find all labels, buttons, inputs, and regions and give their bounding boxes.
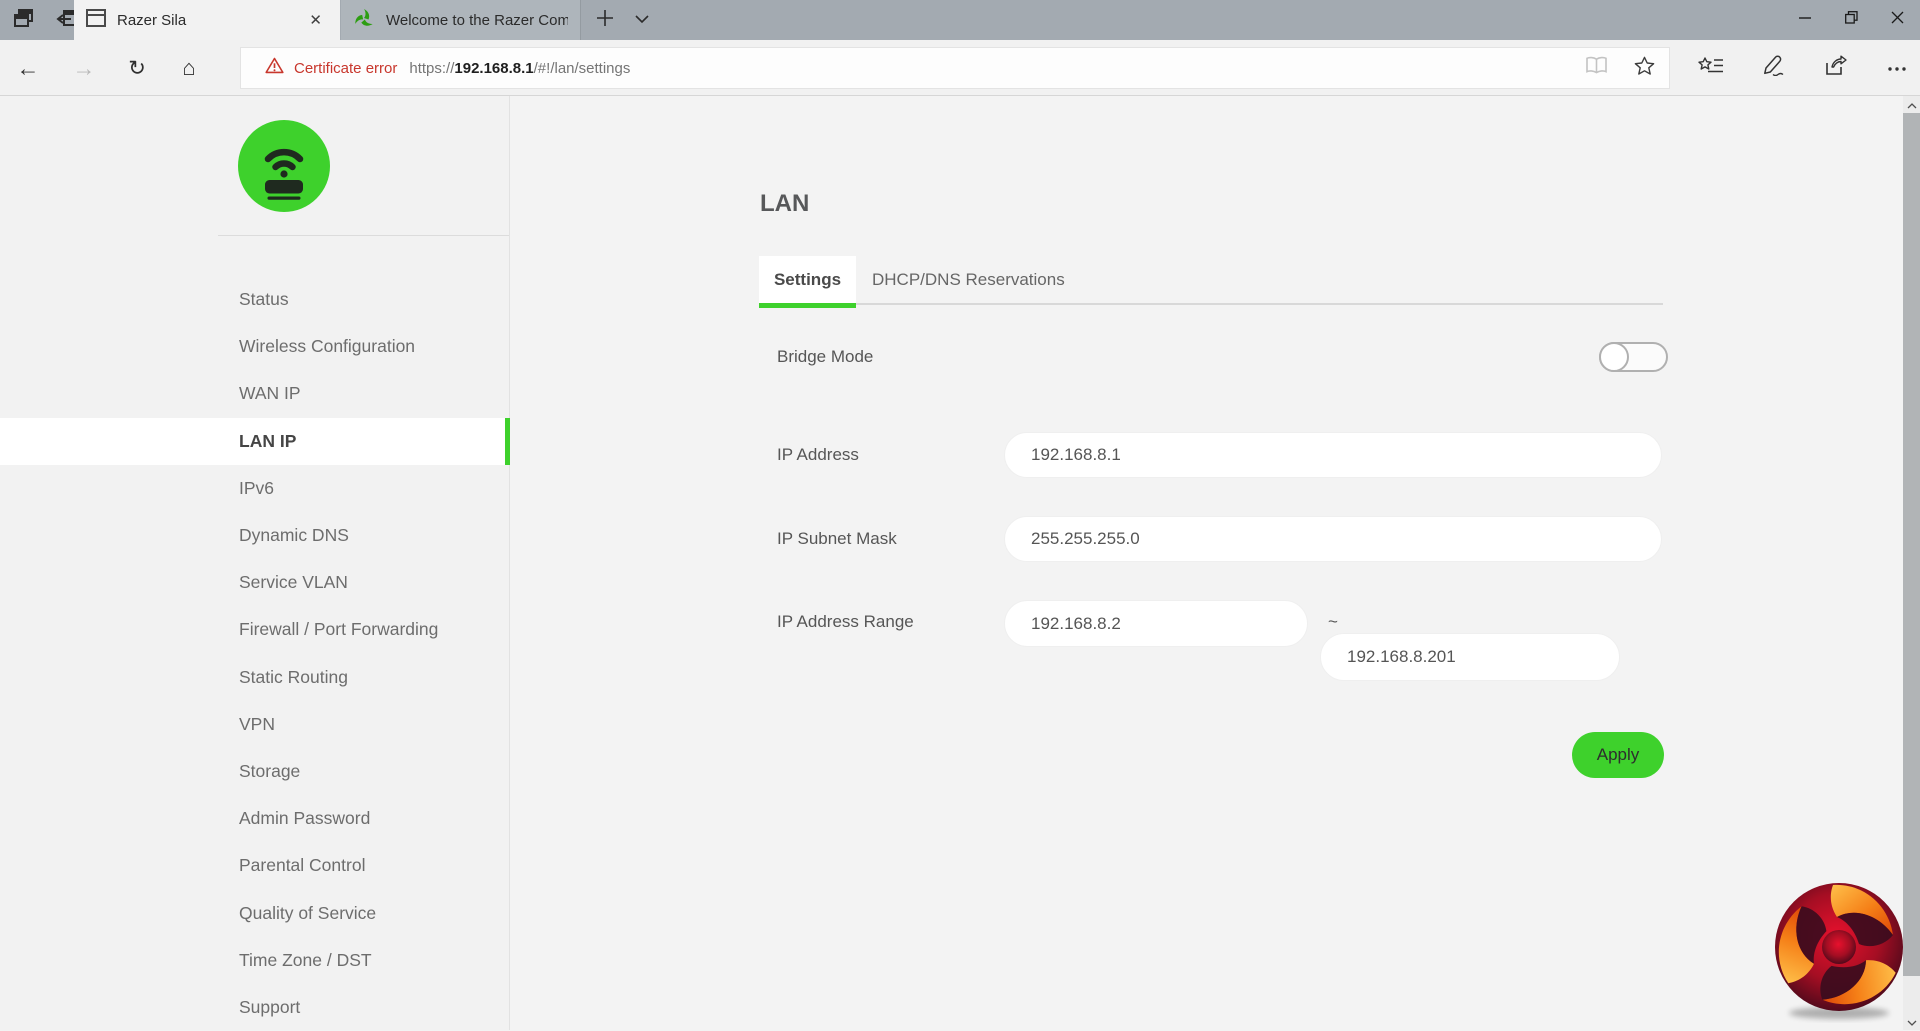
sidebar-item-firewall-port-forwarding[interactable]: Firewall / Port Forwarding [0, 606, 510, 653]
window-controls [1782, 0, 1920, 40]
chevron-down-icon [635, 11, 649, 29]
chevron-down-icon [1907, 1013, 1917, 1031]
sidebar-item-vpn[interactable]: VPN [0, 701, 510, 748]
reading-view-icon[interactable] [1585, 56, 1608, 80]
sidebar-item-dynamic-dns[interactable]: Dynamic DNS [0, 512, 510, 559]
settings-menu-button[interactable] [1882, 53, 1912, 83]
show-tab-previews-button[interactable] [628, 0, 656, 40]
sidebar-item-static-routing[interactable]: Static Routing [0, 654, 510, 701]
chevron-up-icon [1907, 96, 1917, 114]
page-title: LAN [760, 190, 810, 217]
razer-favicon [353, 7, 375, 34]
router-sidebar: Status Wireless Configuration WAN IP LAN… [0, 96, 510, 1030]
url-text: https://192.168.8.1/#!/lan/settings [409, 59, 631, 77]
sidebar-item-status[interactable]: Status [0, 276, 510, 323]
sidebar-item-ipv6[interactable]: IPv6 [0, 465, 510, 512]
ip-range-from-input[interactable] [1004, 600, 1308, 647]
ip-subnet-mask-label: IP Subnet Mask [777, 529, 897, 548]
scroll-down-button[interactable] [1903, 1013, 1920, 1030]
refresh-button[interactable]: ↻ [122, 53, 152, 83]
sidebar-item-time-zone-dst[interactable]: Time Zone / DST [0, 937, 510, 984]
tab-dhcp-dns-reservations[interactable]: DHCP/DNS Reservations [856, 256, 1065, 303]
sidebar-item-support[interactable]: Support [0, 984, 510, 1031]
sidebar-item-admin-password[interactable]: Admin Password [0, 795, 510, 842]
sidebar-divider [218, 235, 509, 236]
web-note-button[interactable] [1758, 53, 1788, 83]
hub-star-list-icon [1698, 56, 1724, 81]
sidebar-item-lan-ip[interactable]: LAN IP [0, 417, 510, 465]
scroll-up-button[interactable] [1903, 96, 1920, 113]
bridge-mode-label: Bridge Mode [777, 347, 874, 366]
ip-subnet-mask-input[interactable] [1004, 516, 1662, 562]
forward-button[interactable]: → [69, 53, 99, 83]
scrollbar-thumb[interactable] [1903, 113, 1920, 976]
url-field-actions [1585, 56, 1655, 81]
sidebar-item-wan-ip[interactable]: WAN IP [0, 370, 510, 417]
browser-tab-bar: Razer Sila ✕ Welcome to the Razer Com [0, 0, 1920, 40]
home-button[interactable]: ⌂ [174, 53, 204, 83]
browser-address-bar: ← → ↻ ⌂ Certificate error https://192.16… [0, 40, 1920, 96]
minimize-button[interactable] [1782, 0, 1828, 40]
ip-range-to-input[interactable] [1320, 633, 1620, 681]
home-icon: ⌂ [182, 55, 196, 80]
tab-preview-icon [13, 7, 35, 34]
page-icon [86, 8, 106, 32]
browser-toolbar-right [1696, 53, 1912, 83]
razer-watermark-logo [1771, 879, 1907, 1023]
sidebar-item-storage[interactable]: Storage [0, 748, 510, 795]
favorite-star-icon[interactable] [1634, 56, 1655, 81]
refresh-icon: ↻ [128, 56, 146, 80]
tab-preview-button[interactable] [10, 6, 38, 34]
url-host: 192.168.8.1 [454, 59, 534, 77]
close-icon [1891, 11, 1904, 29]
sidebar-item-wireless-configuration[interactable]: Wireless Configuration [0, 323, 510, 370]
toggle-knob [1599, 342, 1629, 372]
close-button[interactable] [1874, 0, 1920, 40]
sidebar-item-parental-control[interactable]: Parental Control [0, 842, 510, 889]
sidebar-item-quality-of-service[interactable]: Quality of Service [0, 889, 510, 936]
tabs-bottom-border [759, 303, 1663, 305]
content-tabs: Settings DHCP/DNS Reservations [759, 256, 1663, 308]
minimize-icon [1799, 11, 1811, 29]
plus-icon [596, 9, 614, 32]
range-separator: ~ [1328, 612, 1338, 631]
sidebar-item-service-vlan[interactable]: Service VLAN [0, 559, 510, 606]
url-field[interactable]: Certificate error https://192.168.8.1/#!… [240, 47, 1670, 89]
ip-address-range-label: IP Address Range [777, 612, 914, 631]
certificate-error-label[interactable]: Certificate error [294, 60, 397, 77]
tab-title: Welcome to the Razer Com [386, 11, 568, 29]
hub-favorites-button[interactable] [1696, 53, 1726, 83]
share-icon [1824, 55, 1847, 81]
tab-settings[interactable]: Settings [759, 256, 856, 303]
browser-tab-razer-welcome[interactable]: Welcome to the Razer Com [341, 0, 581, 40]
sidebar-nav: Status Wireless Configuration WAN IP LAN… [0, 276, 510, 1031]
url-path: /#!/lan/settings [533, 59, 631, 77]
browser-tab-razer-sila[interactable]: Razer Sila ✕ [74, 0, 340, 40]
ip-address-input[interactable] [1004, 432, 1662, 478]
ellipsis-icon [1887, 59, 1907, 77]
active-tab-underline [759, 303, 856, 308]
apply-button[interactable]: Apply [1572, 732, 1664, 778]
restore-button[interactable] [1828, 0, 1874, 40]
ip-address-label: IP Address [777, 445, 859, 464]
back-button[interactable]: ← [13, 53, 43, 83]
tab-close-icon[interactable]: ✕ [303, 9, 328, 31]
share-button[interactable] [1820, 53, 1850, 83]
tab-title: Razer Sila [117, 11, 187, 29]
back-arrow-icon: ← [16, 54, 40, 81]
router-logo [238, 120, 330, 212]
pen-icon [1762, 55, 1784, 81]
certificate-warning-icon [265, 57, 284, 79]
page-scrollbar[interactable] [1903, 96, 1920, 1030]
restore-icon [1844, 11, 1858, 29]
bridge-mode-toggle[interactable] [1599, 342, 1668, 372]
new-tab-button[interactable] [588, 0, 622, 40]
forward-arrow-icon: → [72, 54, 96, 81]
